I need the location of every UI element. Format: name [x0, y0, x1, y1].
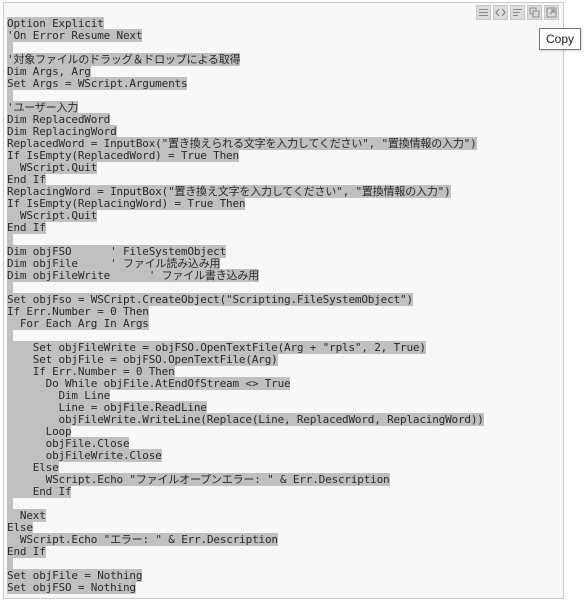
code-line: [7, 497, 563, 510]
wrap-lines-icon: [513, 9, 522, 16]
code-line: Dim objFileWrite ' ファイル書き込み用: [7, 269, 563, 282]
code-line: objFileWrite.WriteLine(Replace(Line, Rep…: [7, 413, 563, 426]
code-line: Next: [7, 509, 563, 522]
code-block: Option Explicit 'On Error Resume Next '対象…: [3, 2, 564, 599]
code-line: WScript.Echo "ファイルオープンエラー: " & Err.Descr…: [7, 473, 563, 486]
code-lines: Option Explicit 'On Error Resume Next '対象…: [7, 17, 563, 594]
code-line-text: End If: [7, 485, 72, 498]
code-line: For Each Arg In Args: [7, 317, 563, 330]
code-line: End If: [7, 545, 563, 558]
code-line: 'On Error Resume Next: [7, 29, 563, 42]
open-window-icon: [546, 7, 557, 18]
code-line: objFileWrite.Close: [7, 449, 563, 462]
code-line-text: objFileWrite.WriteLine(Replace(Line, Rep…: [7, 413, 484, 426]
code-line-text: For Each Arg In Args: [7, 317, 149, 330]
code-line: End If: [7, 221, 563, 234]
code-line-text: Set objFSO = Nothing: [7, 581, 136, 594]
copy-icon: [529, 7, 540, 18]
code-line-text: WScript.Echo "エラー: " & Err.Description: [7, 533, 278, 546]
code-line: Set Args = WScript.Arguments: [7, 77, 563, 90]
code-line: End If: [7, 485, 563, 498]
code-line-text: Dim objFileWrite ' ファイル書き込み用: [7, 269, 260, 282]
copy-tooltip: Copy: [539, 28, 581, 50]
code-line-text: Set Args = WScript.Arguments: [7, 77, 188, 90]
view-source-icon: [479, 9, 488, 16]
code-line: WScript.Quit: [7, 209, 563, 222]
code-line: [7, 89, 563, 102]
code-line: Set objFSO = Nothing: [7, 581, 563, 594]
code-line-text: 'On Error Resume Next: [7, 29, 143, 42]
code-line: WScript.Echo "エラー: " & Err.Description: [7, 533, 563, 546]
code-line: WScript.Quit: [7, 161, 563, 174]
code-icon: [495, 8, 506, 17]
